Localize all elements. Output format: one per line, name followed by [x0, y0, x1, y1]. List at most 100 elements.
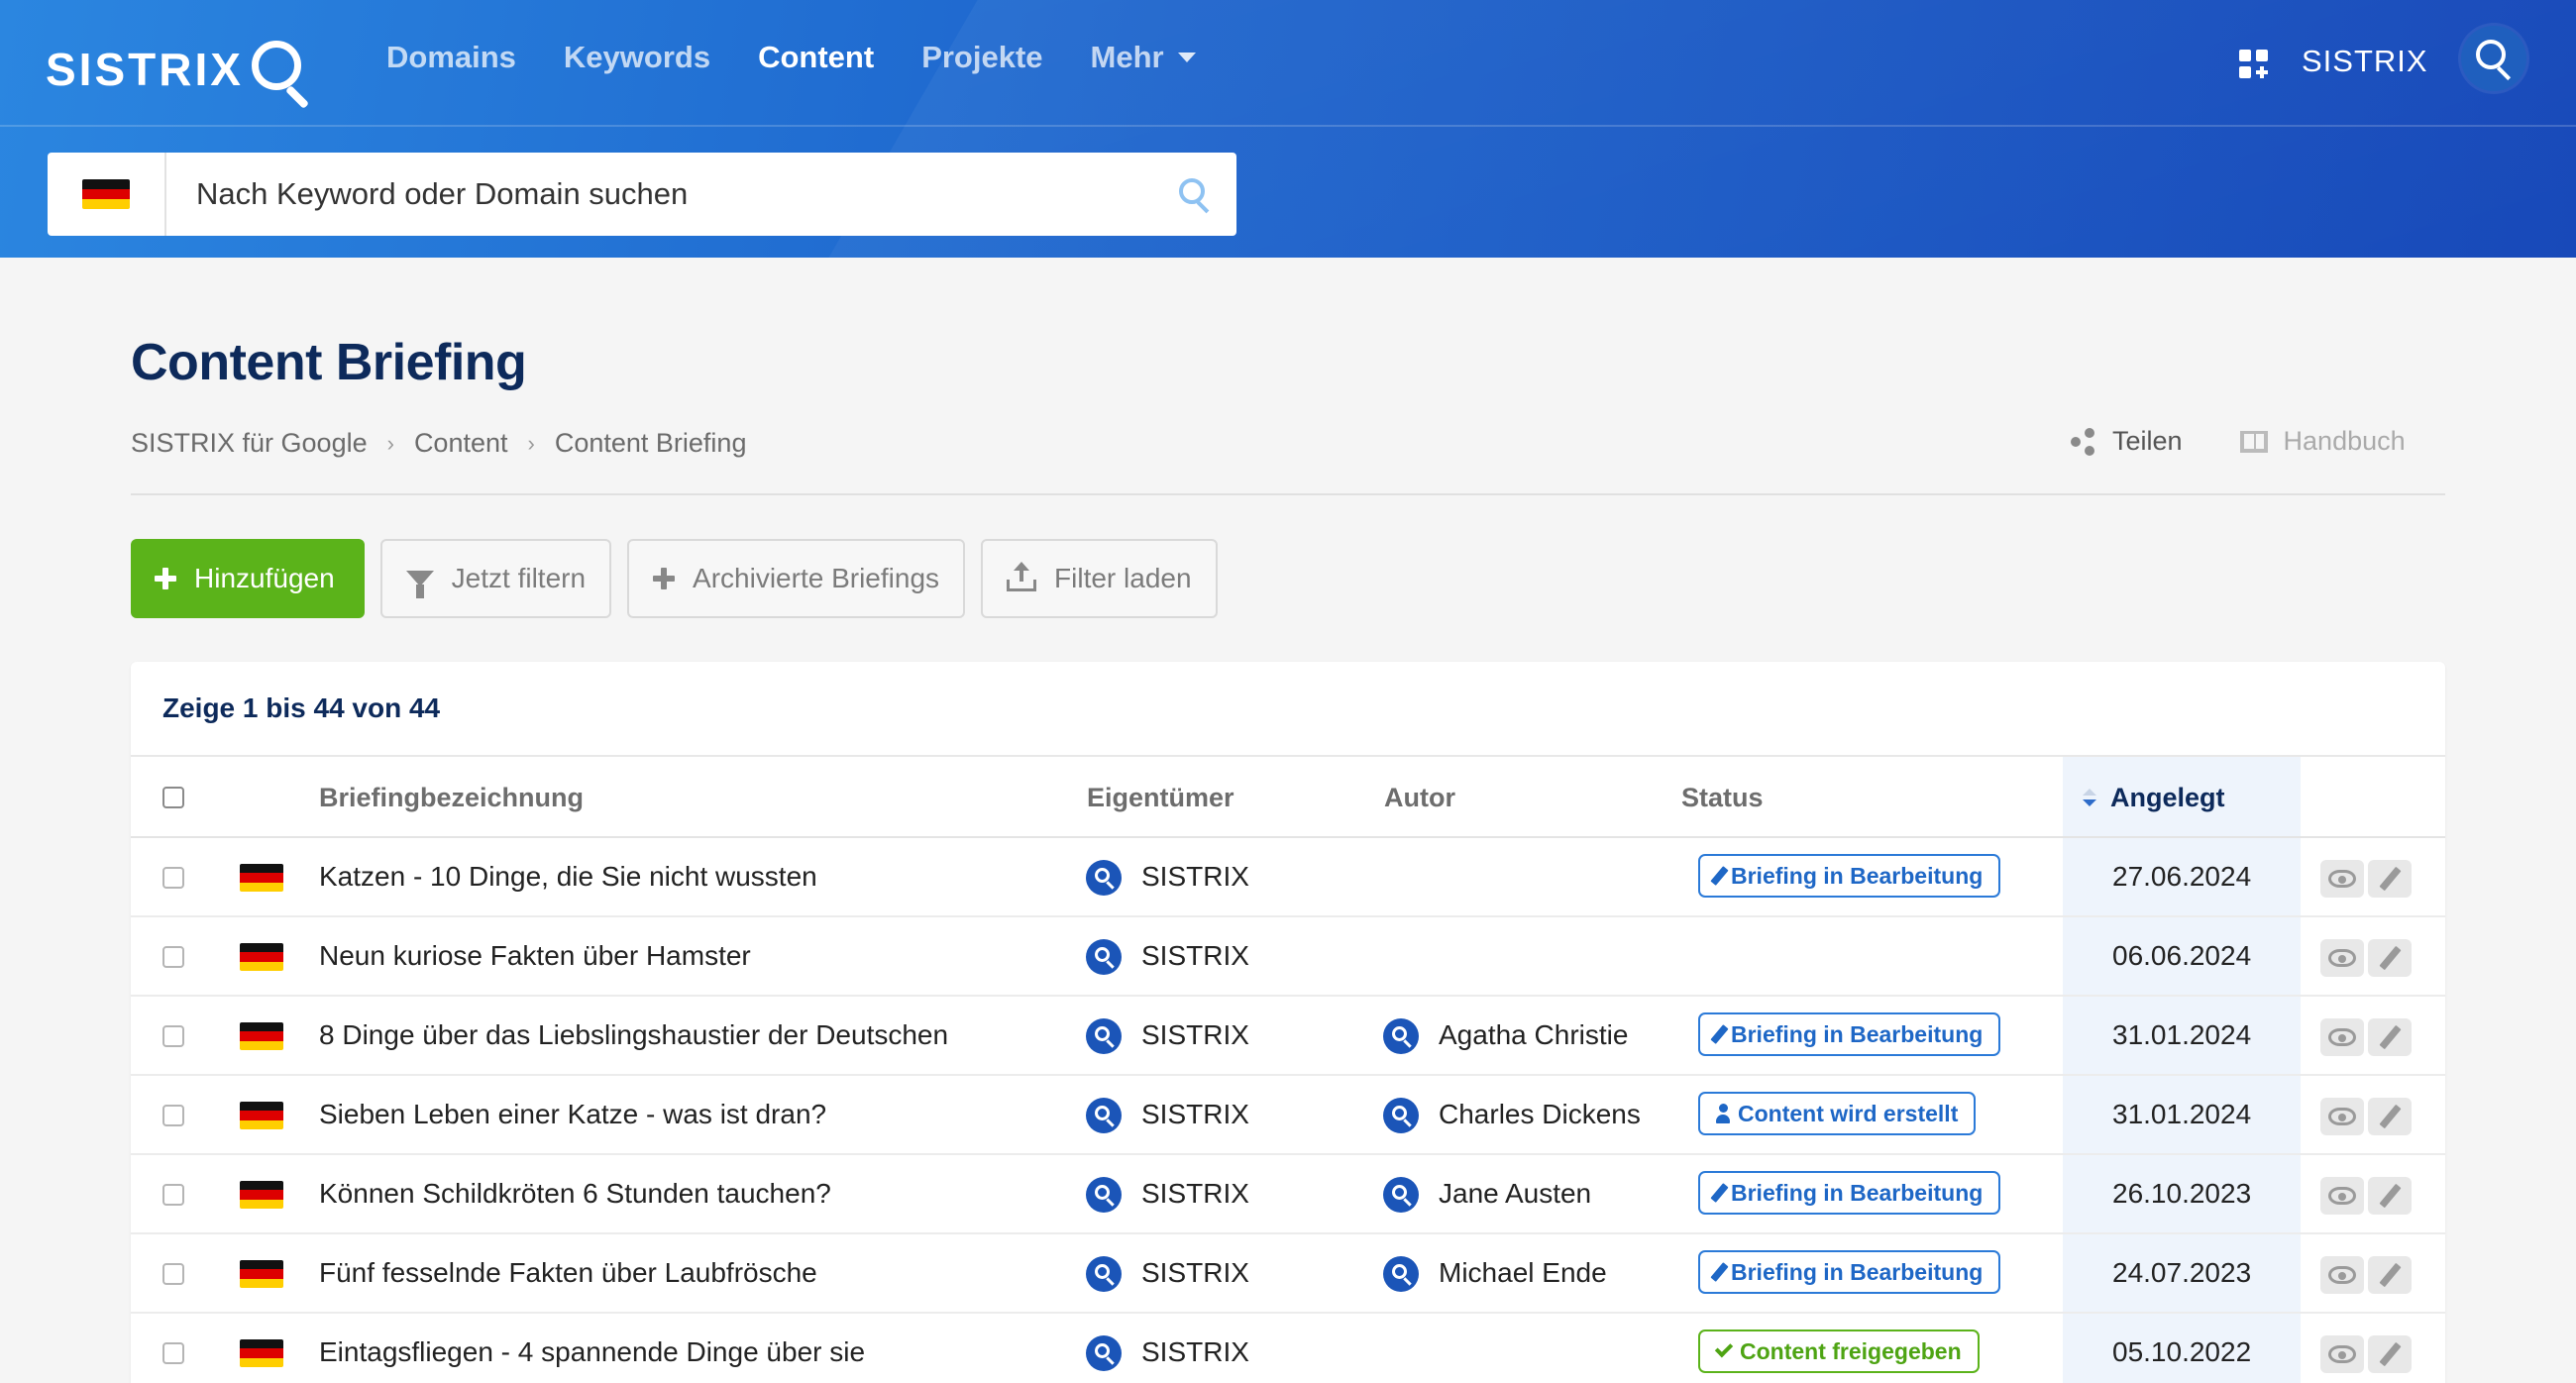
- row-checkbox[interactable]: [162, 1342, 184, 1364]
- table-row[interactable]: Eintagsfliegen - 4 spannende Dinge über …: [131, 1314, 2445, 1383]
- nav-keywords[interactable]: Keywords: [564, 40, 710, 75]
- share-icon: [2071, 427, 2096, 456]
- briefing-name[interactable]: Eintagsfliegen - 4 spannende Dinge über …: [319, 1336, 865, 1368]
- select-all-checkbox[interactable]: [162, 787, 184, 808]
- view-button[interactable]: [2320, 1335, 2364, 1373]
- view-button[interactable]: [2320, 860, 2364, 898]
- eye-icon: [2328, 1028, 2356, 1046]
- briefing-name[interactable]: Katzen - 10 Dinge, die Sie nicht wussten: [319, 861, 817, 893]
- column-header-name[interactable]: Briefingbezeichnung: [319, 783, 584, 813]
- chevron-down-icon: [1177, 53, 1196, 62]
- briefing-name[interactable]: Können Schildkröten 6 Stunden tauchen?: [319, 1178, 831, 1210]
- filter-icon: [405, 571, 434, 598]
- flag-de-icon: [240, 864, 283, 892]
- row-checkbox[interactable]: [162, 1184, 184, 1206]
- row-checkbox[interactable]: [162, 946, 184, 968]
- chevron-right-icon: ›: [527, 430, 535, 456]
- apps-grid-icon[interactable]: [2239, 50, 2268, 78]
- edit-button[interactable]: [2368, 1177, 2412, 1215]
- row-checkbox[interactable]: [162, 867, 184, 889]
- nav-mehr[interactable]: Mehr: [1091, 40, 1196, 75]
- nav-content[interactable]: Content: [758, 40, 874, 75]
- column-header-owner[interactable]: Eigentümer: [1087, 783, 1234, 813]
- table-row[interactable]: 8 Dinge über das Liebslingshaustier der …: [131, 997, 2445, 1076]
- person-icon: [1716, 1104, 1730, 1123]
- manual-label: Handbuch: [2283, 426, 2406, 456]
- filter-button-label: Jetzt filtern: [451, 563, 587, 593]
- edit-button[interactable]: [2368, 1335, 2412, 1373]
- table-row[interactable]: Fünf fesselnde Fakten über Laubfrösche SI…: [131, 1234, 2445, 1314]
- archived-briefings-button[interactable]: Archivierte Briefings: [627, 539, 966, 618]
- logo-search-icon: [248, 35, 317, 110]
- created-date: 05.10.2022: [2112, 1336, 2252, 1367]
- share-button[interactable]: Teilen: [2071, 426, 2183, 457]
- search-submit-icon[interactable]: [1157, 153, 1236, 236]
- edit-icon: [2379, 866, 2402, 892]
- author-name: Jane Austen: [1439, 1178, 1592, 1209]
- view-button[interactable]: [2320, 939, 2364, 977]
- owner-avatar-icon: [1086, 860, 1122, 896]
- view-button[interactable]: [2320, 1018, 2364, 1056]
- add-button[interactable]: Hinzufügen: [131, 539, 365, 618]
- breadcrumb-item[interactable]: Content: [414, 428, 508, 459]
- owner-avatar-icon: [1086, 939, 1122, 975]
- page-actions: Teilen Handbuch: [2071, 426, 2406, 457]
- filter-button[interactable]: Jetzt filtern: [379, 539, 612, 618]
- edit-button[interactable]: [2368, 1256, 2412, 1294]
- pencil-icon: [1710, 1183, 1729, 1203]
- edit-button[interactable]: [2368, 1098, 2412, 1135]
- view-button[interactable]: [2320, 1177, 2364, 1215]
- row-checkbox[interactable]: [162, 1025, 184, 1047]
- briefing-name[interactable]: Fünf fesselnde Fakten über Laubfrösche: [319, 1257, 817, 1289]
- edit-button[interactable]: [2368, 1018, 2412, 1056]
- owner-avatar-icon: [1086, 1098, 1122, 1133]
- manual-button[interactable]: Handbuch: [2239, 426, 2406, 457]
- account-name[interactable]: SISTRIX: [2302, 44, 2428, 79]
- nav-projekte[interactable]: Projekte: [921, 40, 1042, 75]
- status-label: Briefing in Bearbeitung: [1731, 1258, 1984, 1285]
- table-row[interactable]: Neun kuriose Fakten über Hamster SISTRIX 0…: [131, 917, 2445, 997]
- search-input[interactable]: [166, 153, 1157, 236]
- column-header-author[interactable]: Autor: [1384, 783, 1455, 813]
- top-header: SISTRIX Domains Keywords Content Projekt…: [0, 0, 2576, 258]
- search-icon[interactable]: [2461, 26, 2526, 91]
- table-row[interactable]: Können Schildkröten 6 Stunden tauchen? SI…: [131, 1155, 2445, 1234]
- edit-button[interactable]: [2368, 860, 2412, 898]
- nav-domains[interactable]: Domains: [386, 40, 516, 75]
- owner-name: SISTRIX: [1141, 1257, 1249, 1288]
- edit-icon: [2379, 945, 2402, 971]
- status-label: Briefing in Bearbeitung: [1731, 1179, 1984, 1206]
- sistrix-logo[interactable]: SISTRIX: [46, 30, 317, 110]
- briefing-name[interactable]: Neun kuriose Fakten über Hamster: [319, 940, 751, 972]
- owner-name: SISTRIX: [1141, 1019, 1249, 1050]
- edit-button[interactable]: [2368, 939, 2412, 977]
- briefing-name[interactable]: 8 Dinge über das Liebslingshaustier der …: [319, 1019, 948, 1051]
- status-badge: Content wird erstellt: [1698, 1092, 1977, 1135]
- owner-name: SISTRIX: [1141, 1336, 1249, 1367]
- pencil-icon: [1710, 1262, 1729, 1282]
- created-date: 26.10.2023: [2112, 1178, 2252, 1209]
- breadcrumb-item[interactable]: SISTRIX für Google: [131, 428, 368, 459]
- column-header-created[interactable]: Angelegt: [2083, 783, 2225, 813]
- view-button[interactable]: [2320, 1256, 2364, 1294]
- country-selector[interactable]: [48, 153, 166, 236]
- owner-name: SISTRIX: [1141, 1178, 1249, 1209]
- created-date: 06.06.2024: [2112, 940, 2252, 971]
- flag-de-icon: [240, 1102, 283, 1129]
- briefing-name[interactable]: Sieben Leben einer Katze - was ist dran?: [319, 1099, 826, 1130]
- row-checkbox[interactable]: [162, 1105, 184, 1126]
- column-header-status[interactable]: Status: [1681, 783, 1764, 813]
- pencil-icon: [1710, 866, 1729, 886]
- flag-de-icon: [240, 1022, 283, 1050]
- view-button[interactable]: [2320, 1098, 2364, 1135]
- row-checkbox[interactable]: [162, 1263, 184, 1285]
- eye-icon: [2328, 1108, 2356, 1125]
- table-row[interactable]: Katzen - 10 Dinge, die Sie nicht wussten…: [131, 838, 2445, 917]
- owner-avatar-icon: [1086, 1177, 1122, 1213]
- load-filter-button[interactable]: Filter laden: [981, 539, 1218, 618]
- chevron-right-icon: ›: [386, 430, 394, 456]
- status-badge: Briefing in Bearbeitung: [1698, 1171, 2001, 1215]
- owner-name: SISTRIX: [1141, 861, 1249, 892]
- table-row[interactable]: Sieben Leben einer Katze - was ist dran?…: [131, 1076, 2445, 1155]
- author-avatar-icon: [1383, 1256, 1419, 1292]
